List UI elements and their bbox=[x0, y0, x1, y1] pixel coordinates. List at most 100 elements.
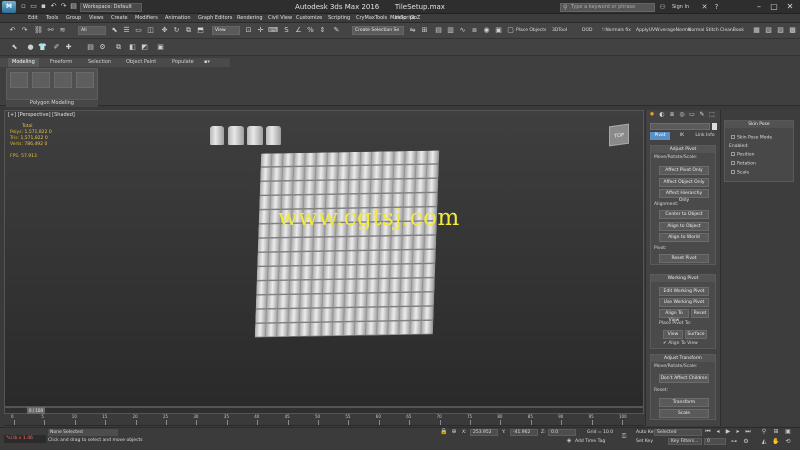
toolbar-label-dod[interactable]: DOD bbox=[582, 27, 592, 34]
time-slider[interactable] bbox=[4, 407, 644, 414]
unlink-icon[interactable]: ⚯ bbox=[46, 26, 55, 35]
menu-rendering[interactable]: Rendering bbox=[237, 15, 263, 22]
select-move-icon[interactable]: ✥ bbox=[160, 26, 169, 35]
ribbon-panel-label[interactable]: Polygon Modeling bbox=[6, 100, 98, 107]
align-to-view-checkbox[interactable]: ✔ Align To View bbox=[663, 341, 698, 347]
current-frame-field[interactable]: 0 bbox=[704, 438, 726, 445]
play-icon[interactable]: ▶ bbox=[724, 428, 732, 436]
toolbar-label-place-objects[interactable]: Place Objects bbox=[516, 27, 546, 34]
transform-button[interactable]: Transform bbox=[659, 398, 709, 407]
binoculars-icon[interactable]: ⚇ bbox=[658, 3, 667, 12]
spinner-snap-icon[interactable]: ⇕ bbox=[318, 26, 327, 35]
select-scale-icon[interactable]: ⧉ bbox=[184, 26, 193, 35]
time-slider-handle[interactable]: 0 / 100 bbox=[27, 407, 45, 414]
select-by-name-icon[interactable]: ☰ bbox=[122, 26, 131, 35]
maxscript-listener[interactable]: *si.lb v 1.46 bbox=[4, 435, 46, 443]
layer-explorer-icon[interactable]: ▤ bbox=[434, 26, 443, 35]
z-coordinate-field[interactable]: 0.0 bbox=[548, 429, 576, 436]
menu-civil-view[interactable]: Civil View bbox=[268, 15, 292, 22]
object-name-field[interactable] bbox=[650, 123, 710, 130]
zoom-icon[interactable]: ⚲ bbox=[760, 428, 768, 436]
undo-icon[interactable]: ↶ bbox=[8, 26, 17, 35]
track-bar[interactable] bbox=[4, 414, 644, 426]
skin-pose-mode-checkbox[interactable]: Skin Pose Mode bbox=[731, 135, 772, 142]
adjust-pivot-title[interactable]: Adjust Pivot bbox=[651, 146, 715, 153]
dont-affect-children-button[interactable]: Don't Affect Children bbox=[659, 374, 709, 383]
curve-editor-icon[interactable]: ∿ bbox=[458, 26, 467, 35]
ribbon-toggle-icon[interactable]: ▥ bbox=[446, 26, 455, 35]
set-key-button[interactable]: Set Key bbox=[636, 438, 653, 445]
position-checkbox[interactable]: Position bbox=[731, 152, 755, 159]
menu-animation[interactable]: Animation bbox=[165, 15, 191, 22]
menu-views[interactable]: Views bbox=[89, 15, 103, 22]
shirt-icon[interactable]: 👕 bbox=[38, 43, 47, 52]
reset-pivot-button[interactable]: Reset Pivot bbox=[659, 254, 709, 263]
working-pivot-title[interactable]: Working Pivot bbox=[651, 275, 715, 282]
menu-help[interactable]: Help bbox=[395, 15, 406, 22]
plugin-icon[interactable]: ✚ bbox=[64, 43, 73, 52]
open-file-icon[interactable]: ▭ bbox=[29, 2, 38, 11]
tool-icon-b[interactable]: ⚙ bbox=[98, 43, 107, 52]
scale-button[interactable]: Scale bbox=[659, 409, 709, 418]
tiled-roof-model[interactable] bbox=[254, 150, 440, 338]
edit-named-selection-icon[interactable]: ✎ bbox=[332, 26, 341, 35]
menu-create[interactable]: Create bbox=[111, 15, 128, 22]
close-icon[interactable]: ✕ bbox=[783, 1, 797, 13]
y-coordinate-field[interactable]: -41.962 bbox=[510, 429, 538, 436]
save-file-icon[interactable]: ▪ bbox=[39, 2, 48, 11]
menu-tools[interactable]: Tools bbox=[46, 15, 58, 22]
align-icon[interactable]: ⊞ bbox=[420, 26, 429, 35]
key-filters-button[interactable]: Key Filters... bbox=[668, 438, 702, 445]
next-frame-icon[interactable]: ▸ bbox=[734, 428, 742, 436]
search-input[interactable]: Type a keyword or phrase bbox=[560, 3, 655, 12]
zoom-extents-icon[interactable]: ▣ bbox=[784, 428, 792, 436]
menu-modifiers[interactable]: Modifiers bbox=[135, 15, 158, 22]
affect-object-only-button[interactable]: Affect Object Only bbox=[659, 178, 709, 187]
field-of-view-icon[interactable]: ◭ bbox=[760, 438, 768, 446]
menu-graph-editors[interactable]: Graph Editors bbox=[198, 15, 232, 22]
extra-tab-icon[interactable]: ⬚ bbox=[708, 111, 716, 119]
key-mode-icon[interactable]: ⊶ bbox=[730, 438, 738, 446]
window-crossing-icon[interactable]: ◫ bbox=[146, 26, 155, 35]
selection-set-dropdown[interactable]: Selected bbox=[654, 429, 702, 436]
time-tag-icon[interactable]: ◈ bbox=[565, 437, 573, 445]
toolbar-extra-icon-1[interactable]: ▦ bbox=[752, 26, 761, 35]
tool-icon-d[interactable]: ◧ bbox=[128, 43, 137, 52]
rotation-checkbox[interactable]: Rotation bbox=[731, 161, 756, 168]
adjust-transform-title[interactable]: Adjust Transform bbox=[651, 355, 715, 362]
menu-crymaxtools[interactable]: CryMaxTools bbox=[356, 15, 387, 22]
view-button[interactable]: View bbox=[663, 330, 683, 339]
toolbar-label-normals-fix[interactable]: !:Normals fix bbox=[602, 27, 631, 34]
menu-goz[interactable]: GoZ bbox=[410, 15, 420, 22]
toolbar-label-normal-stitch[interactable]: Normal Stitch bbox=[688, 27, 719, 34]
modify-tab-icon[interactable]: ◐ bbox=[658, 111, 666, 119]
sign-in-link[interactable]: Sign In bbox=[672, 3, 689, 12]
align-to-world-button[interactable]: Align to World bbox=[659, 233, 709, 242]
key-icon[interactable]: ⚿ bbox=[620, 433, 628, 441]
selection-region-icon[interactable]: ▭ bbox=[134, 26, 143, 35]
menu-group[interactable]: Group bbox=[66, 15, 81, 22]
toolbar-label-cleanbook[interactable]: CleanBook bbox=[720, 27, 744, 34]
tab-freeform[interactable]: Freeform bbox=[46, 58, 76, 67]
redo-icon[interactable]: ↷ bbox=[20, 26, 29, 35]
toolbar-extra-icon-3[interactable]: ▨ bbox=[776, 26, 785, 35]
redo-icon[interactable]: ↷ bbox=[59, 2, 68, 11]
select-rotate-icon[interactable]: ↻ bbox=[172, 26, 181, 35]
subtab-ik[interactable]: IK bbox=[672, 132, 692, 140]
utilities-tab-icon[interactable]: ✎ bbox=[698, 111, 706, 119]
app-logo-icon[interactable]: M bbox=[2, 1, 16, 13]
tool-icon-c[interactable]: ⧉ bbox=[114, 43, 123, 52]
menu-edit[interactable]: Edit bbox=[28, 15, 38, 22]
minimize-icon[interactable]: – bbox=[752, 1, 766, 13]
toolbar-extra-icon-4[interactable]: ▩ bbox=[788, 26, 797, 35]
previous-frame-icon[interactable]: ◂ bbox=[714, 428, 722, 436]
tab-selection[interactable]: Selection bbox=[84, 58, 115, 67]
surface-button[interactable]: Surface bbox=[685, 330, 707, 339]
tool-icon-a[interactable]: ▤ bbox=[86, 43, 95, 52]
viewport-label[interactable]: [+] [Perspective] [Shaded] bbox=[8, 112, 75, 119]
pivot-point-icon[interactable]: ⊡ bbox=[244, 26, 253, 35]
select-object-icon[interactable]: ⬉ bbox=[110, 26, 119, 35]
reference-coordinate-dropdown[interactable]: View bbox=[212, 26, 240, 35]
roof-tile-model[interactable] bbox=[266, 126, 281, 145]
reset-working-pivot-button[interactable]: Reset bbox=[691, 309, 709, 318]
